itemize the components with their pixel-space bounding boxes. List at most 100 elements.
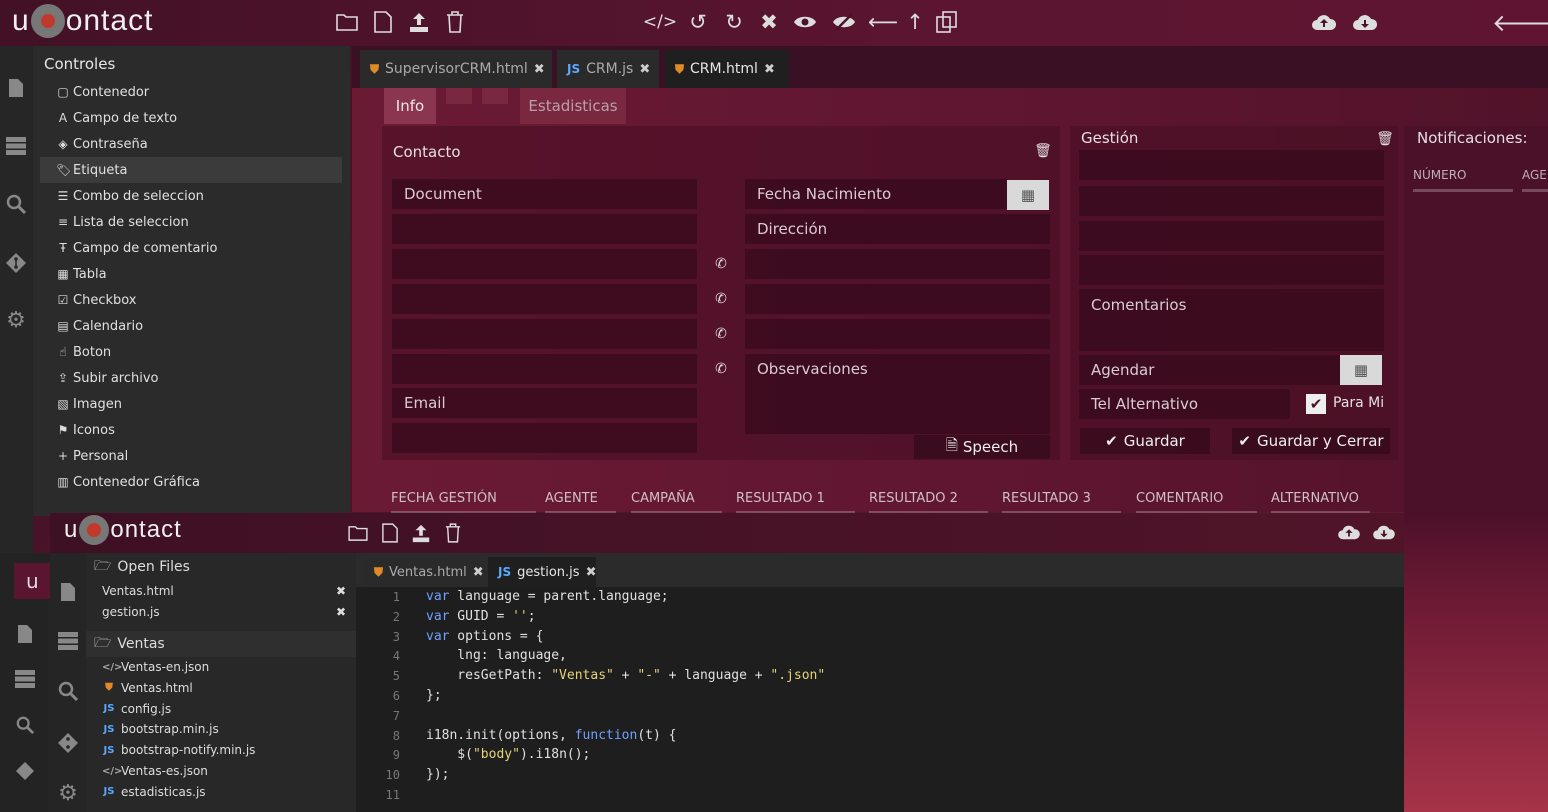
arrow-up-icon[interactable]: ↑	[901, 8, 929, 36]
code-line[interactable]: });	[426, 767, 449, 782]
tab-info[interactable]: Info	[384, 88, 436, 124]
eye-icon[interactable]	[791, 8, 819, 36]
eye-slash-icon[interactable]	[830, 8, 858, 36]
code-icon[interactable]: </>	[643, 8, 677, 36]
upload-icon[interactable]	[407, 519, 435, 547]
ventas-folder-header[interactable]: 🗁 Ventas	[86, 631, 356, 657]
right-field-1[interactable]	[745, 249, 1050, 279]
cloud-upload-icon[interactable]	[1335, 518, 1363, 546]
file-icon[interactable]	[11, 620, 39, 648]
code-line[interactable]: var GUID = '';	[426, 609, 536, 624]
tab-gestion-js[interactable]: JS gestion.js ✖	[488, 557, 596, 587]
tree-file[interactable]: JS estadisticas.js	[102, 782, 206, 802]
code-line[interactable]: i18n.init(options, function(t) {	[426, 728, 676, 743]
contact-field-last[interactable]	[392, 423, 697, 453]
tree-file[interactable]: JS config.js	[102, 699, 172, 719]
contact-field-2[interactable]	[392, 214, 697, 244]
history-column-header[interactable]: FECHA GESTIÓN	[391, 485, 536, 513]
open-file-gestion-js[interactable]: gestion.js ✖	[102, 602, 346, 622]
search-icon[interactable]	[11, 711, 39, 739]
history-column-header[interactable]: RESULTADO 3	[1002, 485, 1121, 513]
server-icon[interactable]	[2, 132, 30, 160]
code-line[interactable]: lng: language,	[426, 648, 567, 663]
phone-field-2[interactable]	[392, 284, 697, 314]
tree-file[interactable]: </> Ventas-es.json	[102, 761, 208, 781]
close-icon[interactable]: ✖	[755, 8, 783, 36]
tab-ventas-html[interactable]: ⛊ Ventas.html ✖	[364, 557, 484, 587]
tab-blank-2[interactable]	[482, 88, 508, 104]
gestion-field-3[interactable]	[1079, 221, 1384, 251]
gear-icon[interactable]: ⚙	[2, 306, 30, 334]
guardar-button[interactable]: ✔ Guardar	[1080, 428, 1210, 454]
folder-icon[interactable]	[333, 8, 361, 36]
back-arrow-icon[interactable]: 🡐	[1492, 8, 1548, 37]
close-tab-icon[interactable]: ✖	[534, 62, 545, 77]
code-line[interactable]: var language = parent.language;	[426, 589, 669, 604]
control-item[interactable]: Ŧ Campo de comentario	[40, 235, 342, 261]
tree-file[interactable]: </> Ventas-en.json	[102, 657, 209, 677]
folder-icon[interactable]	[344, 519, 372, 547]
history-column-header[interactable]: RESULTADO 1	[736, 485, 855, 513]
phone-icon[interactable]: ✆	[706, 284, 736, 314]
close-icon[interactable]: ✖	[336, 605, 346, 619]
tab-supervisorcrm-html[interactable]: ⛊ SupervisorCRM.html ✖	[360, 50, 552, 88]
code-line[interactable]: var options = {	[426, 629, 543, 644]
control-item[interactable]: ▤ Calendario	[40, 313, 342, 339]
phone-icon[interactable]: ✆	[706, 319, 736, 349]
control-item[interactable]: ▢ Contenedor	[40, 79, 342, 105]
control-item[interactable]: 🏷 Etiqueta	[40, 157, 342, 183]
cloud-upload-icon[interactable]	[1310, 8, 1338, 36]
undo-icon[interactable]: ↺	[684, 8, 712, 36]
arrow-left-icon[interactable]: ⟵	[868, 8, 898, 36]
phone-field-3[interactable]	[392, 319, 697, 349]
phone-icon[interactable]: ✆	[706, 249, 736, 279]
close-tab-icon[interactable]: ✖	[586, 565, 597, 580]
copy-icon[interactable]	[933, 8, 961, 36]
file-icon[interactable]	[369, 8, 397, 36]
git-icon[interactable]	[54, 729, 82, 757]
trash-icon[interactable]	[439, 519, 467, 547]
history-column-header[interactable]: CAMPAÑA	[631, 485, 722, 513]
control-item[interactable]: ▦ Tabla	[40, 261, 342, 287]
guardar-y-cerrar-button[interactable]: ✔ Guardar y Cerrar	[1232, 428, 1390, 454]
gestion-field-2[interactable]	[1079, 186, 1384, 216]
phone-icon[interactable]: ✆	[706, 354, 736, 384]
direccion-field[interactable]: Dirección	[745, 214, 1050, 244]
server-icon[interactable]	[54, 627, 82, 655]
code-line[interactable]: $("body").i18n();	[426, 747, 590, 762]
file-icon[interactable]	[2, 74, 30, 102]
tree-file[interactable]: JS bootstrap.min.js	[102, 719, 219, 739]
control-item[interactable]: ▧ Imagen	[40, 391, 342, 417]
right-field-3[interactable]	[745, 319, 1050, 349]
tel-alternativo-field[interactable]: Tel Alternativo	[1079, 389, 1290, 419]
control-item[interactable]: ⚑ Iconos	[40, 417, 342, 443]
open-file-ventas-html[interactable]: Ventas.html ✖	[102, 581, 346, 601]
open-files-header[interactable]: 🗁 Open Files	[86, 554, 356, 580]
history-column-header[interactable]: ALTERNATIVO	[1271, 485, 1370, 513]
tab-blank-1[interactable]	[446, 88, 472, 104]
calendar-icon[interactable]: ▦	[1007, 180, 1049, 210]
phone-field-1[interactable]	[392, 249, 697, 279]
history-column-header[interactable]: RESULTADO 2	[869, 485, 988, 513]
control-item[interactable]: ☰ Combo de seleccion	[40, 183, 342, 209]
email-field[interactable]: Email	[392, 388, 697, 418]
close-icon[interactable]: ✖	[336, 584, 346, 598]
control-item[interactable]: ☑ Checkbox	[40, 287, 342, 313]
history-column-header[interactable]: AGENTE	[545, 485, 616, 513]
file-icon[interactable]	[54, 578, 82, 606]
agendar-field[interactable]: Agendar	[1079, 355, 1341, 385]
tree-file[interactable]: JS bootstrap-notify.min.js	[102, 740, 256, 760]
search-icon[interactable]	[2, 190, 30, 218]
control-item[interactable]: ◈ Contraseña	[40, 131, 342, 157]
control-item[interactable]: ☝ Boton	[40, 339, 342, 365]
close-tab-icon[interactable]: ✖	[639, 62, 650, 77]
code-line[interactable]: };	[426, 688, 442, 703]
server-icon[interactable]	[11, 665, 39, 693]
control-item[interactable]: ⇪ Subir archivo	[40, 365, 342, 391]
history-column-header[interactable]: COMENTARIO	[1136, 485, 1257, 513]
file-icon[interactable]	[376, 519, 404, 547]
redo-icon[interactable]: ↻	[720, 8, 748, 36]
code-editor[interactable]: 1 var language = parent.language; 2 var GUI…	[356, 587, 1404, 812]
tree-file[interactable]: ⛊ Ventas.html	[102, 678, 192, 698]
tab-estadisticas[interactable]: Estadisticas	[520, 88, 626, 124]
